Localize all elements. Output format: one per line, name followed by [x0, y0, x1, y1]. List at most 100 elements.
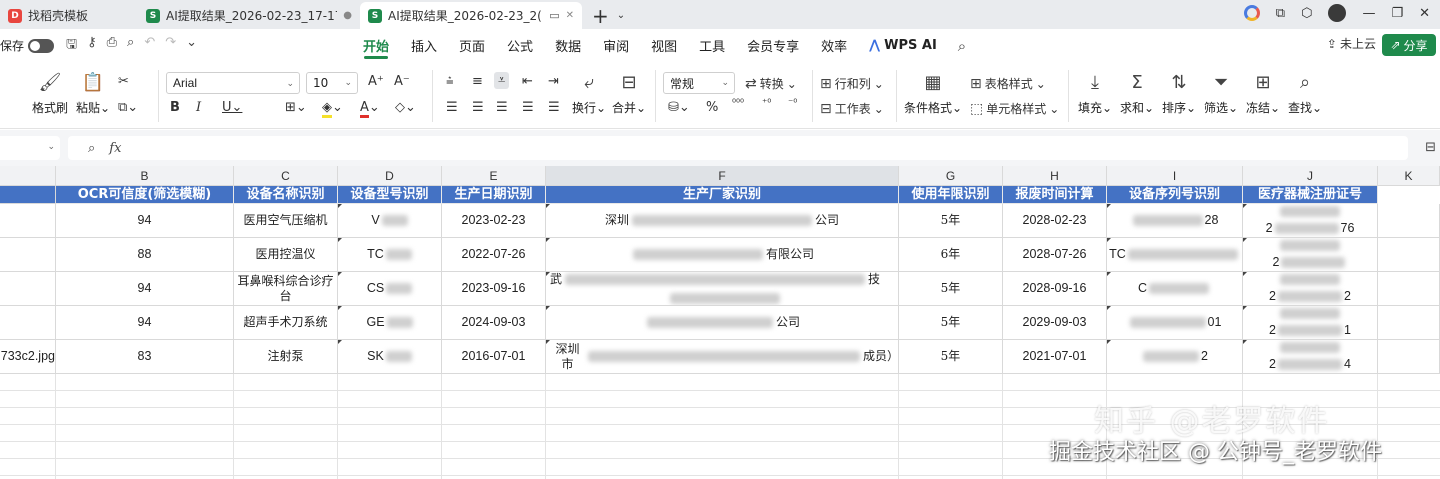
decrease-decimal-icon[interactable]: ⁻⁰	[788, 98, 797, 109]
cell-a[interactable]	[0, 204, 56, 238]
cell-manufacturer[interactable]: 深圳市 成员）	[546, 340, 899, 374]
font-name-select[interactable]: Arial ⌄	[166, 72, 300, 94]
redo-icon[interactable]: ↷	[165, 35, 176, 57]
menu-tools[interactable]: 工具	[688, 29, 736, 62]
italic-icon[interactable]: I	[196, 100, 201, 115]
chevron-down-icon[interactable]: ⌄	[617, 2, 625, 29]
rows-cols-button[interactable]: ⊞ 行和列 ⌄	[820, 75, 884, 92]
cell-ocr[interactable]: 94	[56, 306, 234, 340]
expand-formula-icon[interactable]: ⊟	[1425, 140, 1436, 155]
cell-registration[interactable]: 22	[1243, 272, 1378, 306]
merge-button[interactable]: ⊟ 合并⌄	[612, 72, 646, 116]
cell-service-years[interactable]: 5年	[899, 306, 1003, 340]
cell-a[interactable]	[0, 306, 56, 340]
cell-ocr[interactable]: 88	[56, 238, 234, 272]
chevron-down-icon[interactable]: ⌄	[186, 35, 197, 57]
copy-window-icon[interactable]: ⧉	[1276, 6, 1285, 21]
decrease-font-icon[interactable]: A⁻	[394, 74, 410, 89]
header-cell[interactable]: OCR可信度(筛选模糊)	[56, 186, 234, 204]
header-cell[interactable]: 使用年限识别	[899, 186, 1003, 204]
cell-scrap-date[interactable]: 2028-07-26	[1003, 238, 1107, 272]
cut-icon[interactable]: ✂	[118, 74, 129, 89]
header-cell[interactable]: 生产厂家识别	[546, 186, 899, 204]
column-header-f[interactable]: F	[546, 166, 899, 186]
cell-service-years[interactable]: 6年	[899, 238, 1003, 272]
conditional-format-button[interactable]: ▦ 条件格式⌄	[904, 72, 962, 116]
align-left-icon[interactable]: ☰	[446, 100, 458, 115]
formula-input[interactable]: ⌕ fx	[68, 136, 1408, 160]
cell-production-date[interactable]: 2023-02-23	[442, 204, 546, 238]
column-header-i[interactable]: I	[1107, 166, 1243, 186]
cell-production-date[interactable]: 2024-09-03	[442, 306, 546, 340]
indent-increase-icon[interactable]: ⇥	[548, 74, 559, 89]
underline-icon[interactable]: U⌄	[222, 100, 242, 115]
cell-production-date[interactable]: 2016-07-01	[442, 340, 546, 374]
menu-insert[interactable]: 插入	[400, 29, 448, 62]
cell-service-years[interactable]: 5年	[899, 272, 1003, 306]
key-icon[interactable]: ⚷	[87, 35, 97, 57]
align-bottom-icon[interactable]: ⩡	[494, 72, 510, 89]
cell-k[interactable]	[1378, 272, 1440, 306]
column-header-a[interactable]	[0, 166, 56, 186]
cell-manufacturer[interactable]: 深圳 公司	[546, 204, 899, 238]
cell-scrap-date[interactable]: 2021-07-01	[1003, 340, 1107, 374]
tab-docer[interactable]: D 找稻壳模板	[0, 2, 138, 29]
cell-serial[interactable]: 28	[1107, 204, 1243, 238]
tab-sheet-1[interactable]: S AI提取结果_2026-02-23_17-17 ●	[138, 2, 360, 29]
cell-k[interactable]	[1378, 340, 1440, 374]
cell-registration[interactable]: 24	[1243, 340, 1378, 374]
print-icon[interactable]: ⎙	[107, 35, 117, 57]
freeze-button[interactable]: ⊞ 冻结⌄	[1246, 72, 1280, 116]
cell-registration[interactable]: 21	[1243, 306, 1378, 340]
menu-home[interactable]: 开始	[352, 29, 400, 62]
header-cell[interactable]: 设备名称识别	[234, 186, 338, 204]
cell-serial[interactable]: 01	[1107, 306, 1243, 340]
sum-button[interactable]: Σ 求和⌄	[1120, 72, 1154, 116]
indent-decrease-icon[interactable]: ⇤	[522, 74, 533, 89]
cell-production-date[interactable]: 2022-07-26	[442, 238, 546, 272]
cell-manufacturer[interactable]: 武技	[546, 272, 899, 306]
cell-device-name[interactable]: 医用控温仪	[234, 238, 338, 272]
undo-icon[interactable]: ↶	[144, 35, 155, 57]
align-top-icon[interactable]: ⩮	[446, 74, 454, 89]
copy-icon[interactable]: ⧉⌄	[118, 100, 138, 115]
autosave-toggle[interactable]	[28, 38, 55, 53]
dot-icon[interactable]: ●	[343, 10, 352, 21]
cell-serial[interactable]: TC	[1107, 238, 1243, 272]
close-icon[interactable]: ✕	[566, 10, 574, 21]
filter-button[interactable]: ⏷ 筛选⌄	[1204, 72, 1238, 116]
cell-serial[interactable]: C	[1107, 272, 1243, 306]
menu-formula[interactable]: 公式	[496, 29, 544, 62]
format-painter-button[interactable]: 🖌 格式刷	[32, 72, 68, 116]
find-button[interactable]: ⌕ 查找⌄	[1288, 72, 1322, 116]
cell-registration[interactable]: 2	[1243, 238, 1378, 272]
cell-manufacturer[interactable]: 公司	[546, 306, 899, 340]
print-preview-icon[interactable]: ⌕	[127, 35, 134, 57]
cell-service-years[interactable]: 5年	[899, 204, 1003, 238]
cell-service-years[interactable]: 5年	[899, 340, 1003, 374]
align-right-icon[interactable]: ☰	[496, 100, 508, 115]
search-icon[interactable]: ⌕	[958, 37, 966, 55]
bold-icon[interactable]: B	[170, 100, 180, 115]
close-window-icon[interactable]: ✕	[1419, 6, 1430, 21]
number-format-select[interactable]: 常规 ⌄	[663, 72, 735, 94]
restore-icon[interactable]: ❐	[1391, 6, 1403, 21]
column-header-h[interactable]: H	[1003, 166, 1107, 186]
align-middle-icon[interactable]: ≡	[472, 74, 483, 89]
currency-icon[interactable]: ⛁⌄	[668, 100, 690, 115]
cell-model[interactable]: GE	[338, 306, 442, 340]
column-header-d[interactable]: D	[338, 166, 442, 186]
cell-serial[interactable]: 2	[1107, 340, 1243, 374]
percent-icon[interactable]: %	[706, 100, 718, 115]
distribute-icon[interactable]: ☰	[548, 100, 560, 115]
cell-a[interactable]	[0, 272, 56, 306]
increase-decimal-icon[interactable]: ⁺⁰	[762, 98, 771, 109]
column-header-b[interactable]: B	[56, 166, 234, 186]
menu-efficiency[interactable]: 效率	[810, 29, 858, 62]
worksheet-button[interactable]: ⊟ 工作表 ⌄	[820, 100, 884, 117]
thousands-icon[interactable]: ⁰⁰⁰	[732, 98, 744, 109]
cell-manufacturer[interactable]: 有限公司	[546, 238, 899, 272]
save-icon[interactable]: 🖫	[66, 35, 77, 57]
share-button[interactable]: ⇗ 分享	[1382, 34, 1436, 56]
tab-sheet-2[interactable]: S AI提取结果_2026-02-23_2( ▭ ✕	[360, 2, 582, 29]
